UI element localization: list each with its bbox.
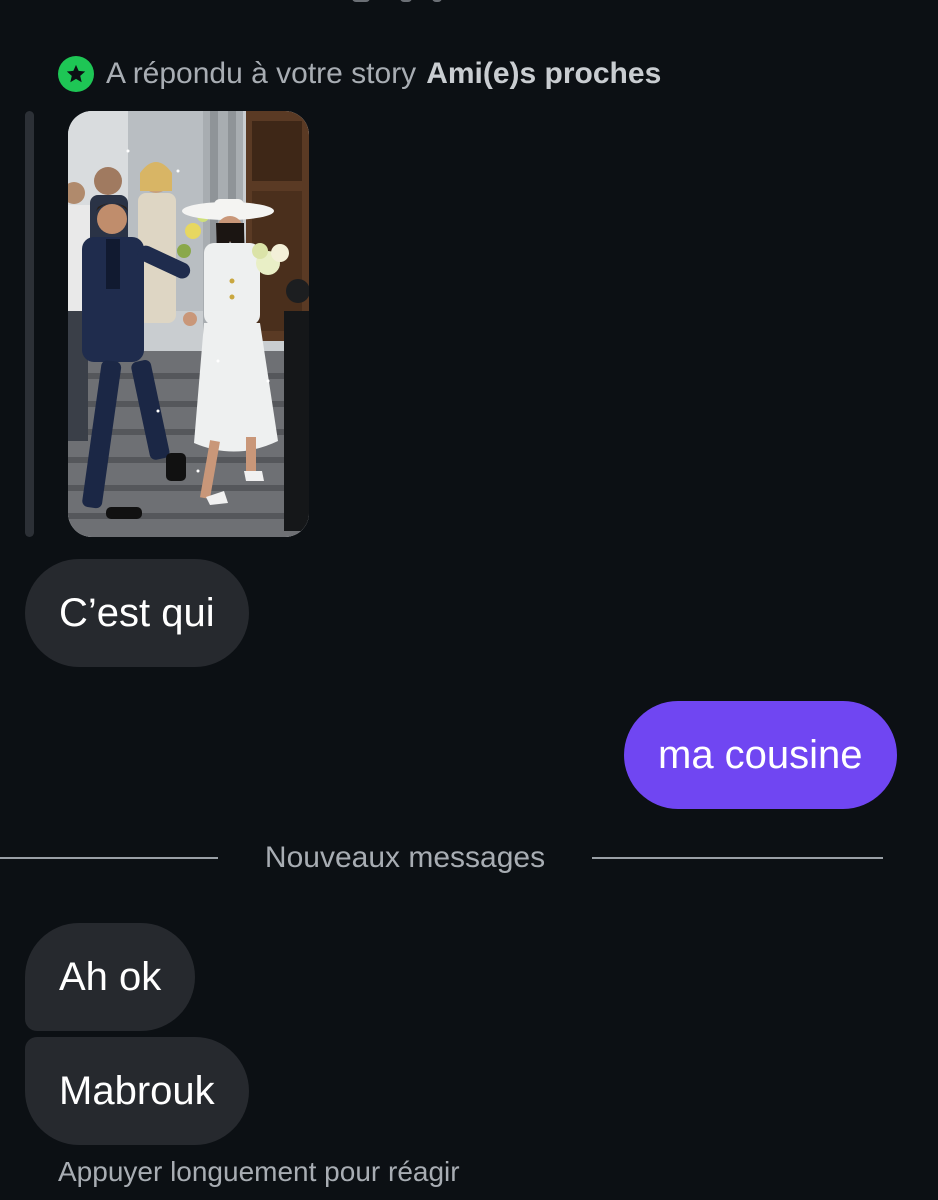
message-text: Mabrouk [59,1069,215,1113]
story-quote-bar [25,111,34,537]
message-bubble-outgoing[interactable]: ma cousine [624,701,897,809]
story-reply-text: A répondu à votre story [106,57,417,90]
story-audience-label: Ami(e)s proches [426,57,662,90]
divider-line-right [592,857,883,859]
new-messages-label: Nouveaux messages [264,841,546,874]
new-messages-divider: Nouveaux messages [0,838,938,878]
story-photo [68,111,309,537]
divider-line-left [0,857,218,859]
message-text: Ah ok [59,955,162,999]
story-reply-header: A répondu à votre story Ami(e)s proches [58,54,661,94]
story-thumbnail[interactable] [68,111,309,537]
star-icon [58,56,94,92]
message-bubble-incoming[interactable]: Ah ok [25,923,196,1031]
message-text: C’est qui [59,591,215,635]
message-bubble-incoming[interactable]: C’est qui [25,559,249,667]
message-bubble-incoming[interactable]: Mabrouk [25,1037,249,1145]
long-press-hint: Appuyer longuement pour réagir [58,1156,460,1187]
previous-content-edge [0,0,938,8]
message-text: ma cousine [658,733,863,777]
